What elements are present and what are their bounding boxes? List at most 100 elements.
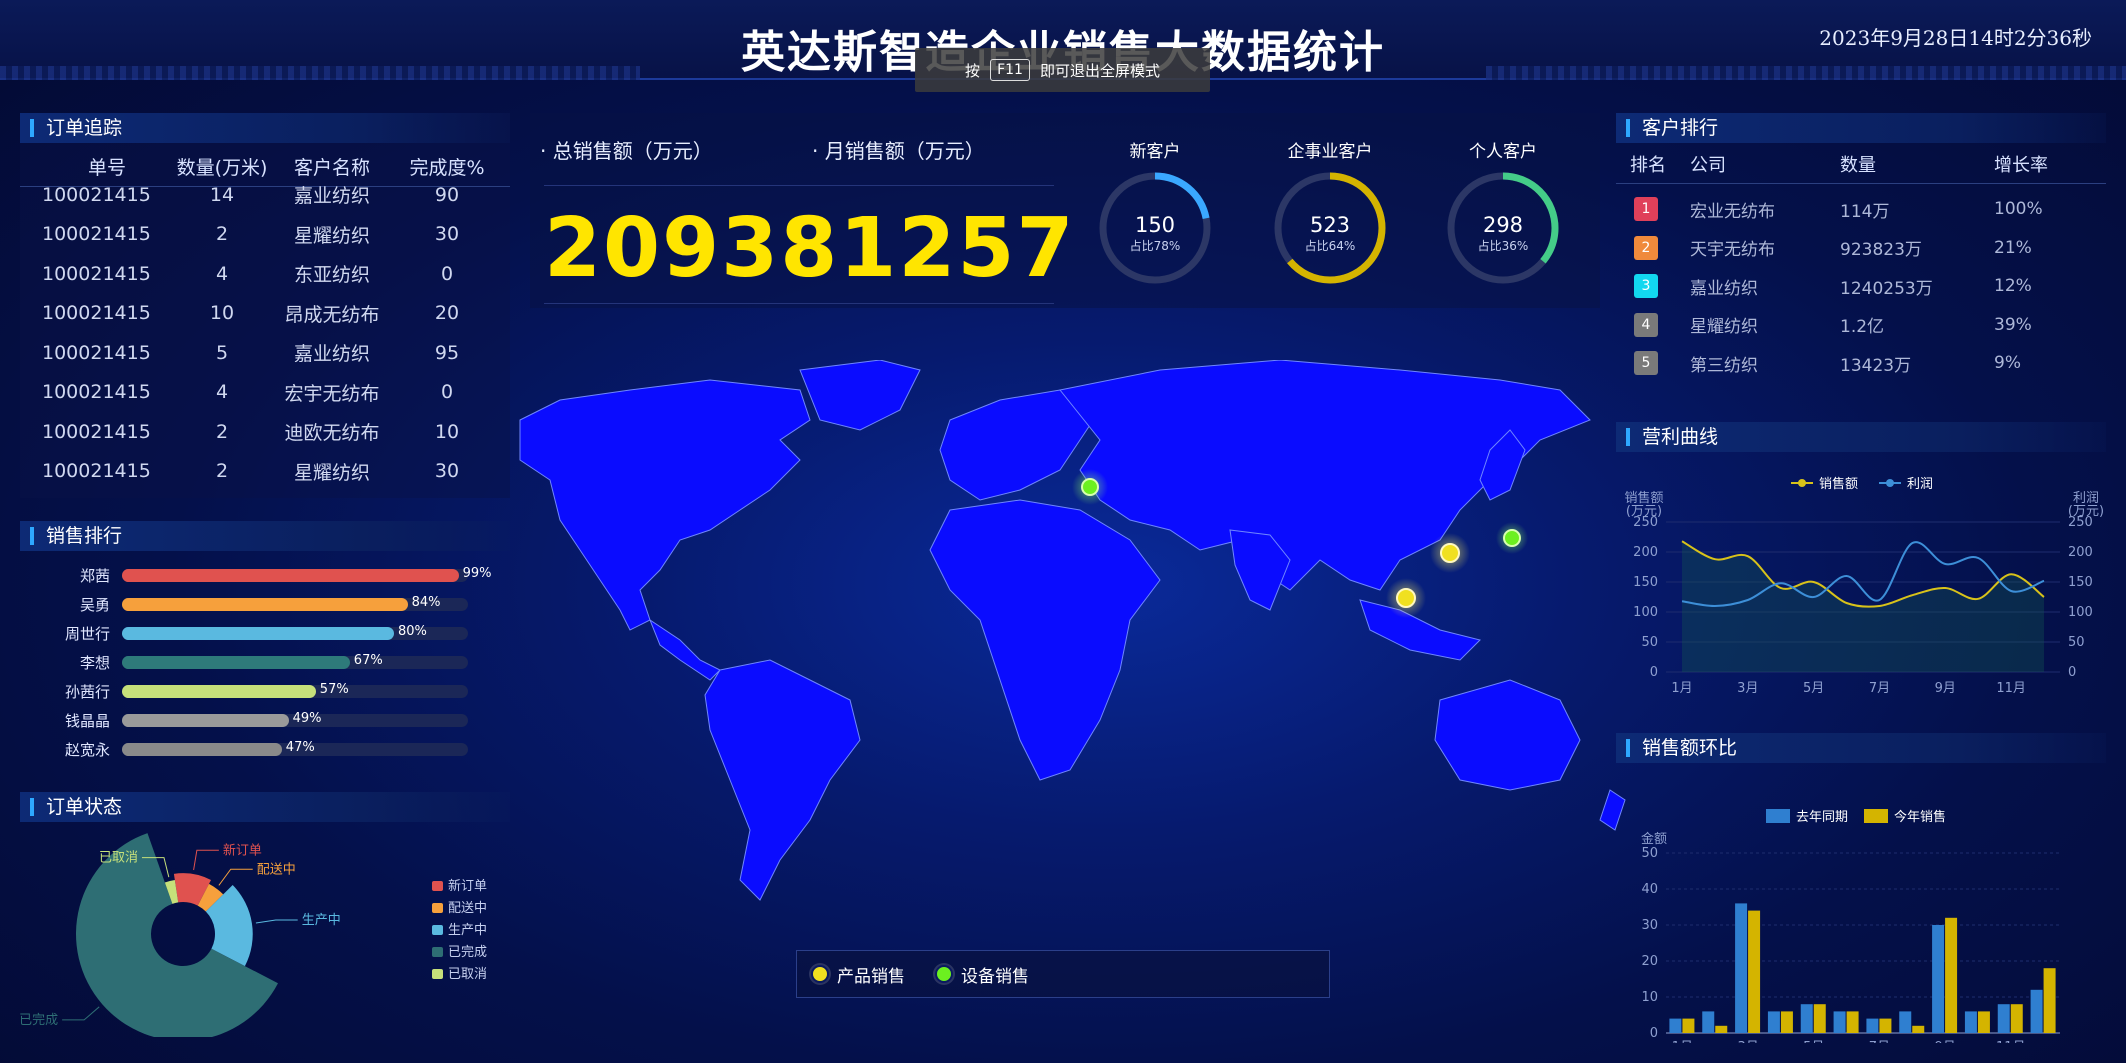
order-tracking-panel: 订单追踪 单号 数量(万米) 客户名称 完成度% 100021415 14 嘉业纺织… [20,113,510,498]
order-row[interactable]: 100021415 2 星耀纺织 30 [42,452,496,481]
legend-device-sales[interactable]: 设备销售 [935,962,1029,987]
last-year-bar[interactable] [1702,1011,1715,1033]
last-year-bar[interactable] [1669,1018,1682,1033]
china-south-product-marker[interactable] [1396,588,1416,608]
south-america-shape [704,659,861,901]
order-row[interactable]: 100021415 2 星耀纺织 30 [42,215,496,255]
customer-amount: 114万 [1840,201,1890,222]
order-status-title: 订单状态 [20,792,510,822]
this-year-bar[interactable] [2043,968,2056,1033]
kpi-divider-bottom [544,303,1054,304]
ring-value: 150 [1135,213,1175,237]
ring-chart: 523占比64% [1274,172,1386,284]
this-year-bar[interactable] [1780,1011,1793,1033]
sales-rank-track: 67% [122,653,468,669]
order-no: 100021415 [42,223,151,246]
europe-device-marker[interactable] [1081,478,1099,496]
order-status-pie-chart: 新订单配送中生产中已完成已取消新订单配送中生产中已完成已取消 [19,833,487,1041]
col-growth: 增长率 [1994,155,2048,176]
map-legend: 产品销售 设备销售 [796,950,1330,998]
last-year-bar[interactable] [1899,1011,1912,1033]
device-sales-dot-icon [935,965,953,983]
legend-product-sales[interactable]: 产品销售 [811,962,905,987]
customer-ring-1: 企事业客户 523 占比64% [1265,113,1395,300]
customer-table-body: 1 宏业无纺布 114万 100% 2 天宇无纺布 923823万 21% 3 嘉业纺织 12402… [1616,184,2106,383]
this-year-bar[interactable] [1748,910,1761,1033]
line-x-tick: 9月 [1935,681,1956,696]
pie-legend-label[interactable]: 已取消 [448,967,487,982]
order-row[interactable]: 100021415 5 嘉业纺织 95 [42,333,496,373]
this-year-bar[interactable] [1945,917,1958,1033]
line-y-tick-left: 0 [1650,665,1658,680]
line-legend-label[interactable]: 销售额 [1819,476,1858,492]
line-x-tick: 11月 [1996,681,2026,696]
order-row[interactable]: 100021415 10 昂成无纺布 20 [42,294,496,334]
last-year-bar[interactable] [1800,1004,1813,1033]
customer-row[interactable]: 1 宏业无纺布 114万 100% [1616,190,2106,229]
last-year-bar[interactable] [1932,925,1945,1033]
order-qty: 5 [215,341,229,364]
profit-curve-title: 营利曲线 [1616,422,2106,452]
last-year-bar[interactable] [2030,989,2043,1033]
this-year-bar[interactable] [1715,1025,1728,1033]
customer-row[interactable]: 4 星耀纺织 1.2亿 39% [1616,306,2106,345]
china-east-product-marker[interactable] [1440,543,1460,563]
customer-amount: 1240253万 [1840,278,1933,299]
pie-slice-label: 已取消 [99,851,138,866]
order-row[interactable]: 100021415 4 宏宇无纺布 0 [42,373,496,413]
sales-rank-percent: 49% [292,711,322,726]
pie-label-line [62,1006,100,1021]
last-year-bar[interactable] [1767,1011,1780,1033]
pie-slice-label: 生产中 [302,913,341,928]
this-year-bar[interactable] [1846,1011,1859,1033]
customer-row[interactable]: 5 第三纺织 13423万 9% [1616,344,2106,383]
sales-rank-item: 赵宽永 47% [20,735,510,764]
order-qty: 2 [215,420,229,443]
order-table-body[interactable]: 100021415 14 嘉业纺织 90 100021415 2 星耀纺织 30 1000214… [20,175,510,481]
bar-y-tick: 40 [1641,882,1658,897]
rank-badge: 4 [1634,312,1658,337]
toast-prefix: 按 [965,61,981,80]
order-row[interactable]: 100021415 2 迪欧无纺布 10 [42,412,496,452]
last-year-bar[interactable] [1964,1011,1977,1033]
japan-device-marker[interactable] [1503,529,1521,547]
bar-legend-label[interactable]: 今年销售 [1894,809,1946,825]
greenland-shape [799,360,921,431]
ring-value: 298 [1483,213,1523,237]
customer-rank-panel: 客户排行 排名 公司 数量 增长率 1 宏业无纺布 114万 100% 2 天宇无纺布 92… [1616,113,2106,393]
order-qty: 4 [215,262,229,285]
pie-label-line [218,868,253,886]
monthly-sales-label[interactable]: · 月销售额（万元） [812,135,985,164]
pie-legend-label[interactable]: 已完成 [448,945,487,960]
order-no: 100021415 [42,460,151,481]
last-year-bar[interactable] [1833,1011,1846,1033]
pie-legend-label[interactable]: 生产中 [448,923,487,938]
this-year-bar[interactable] [2010,1004,2023,1033]
this-year-bar[interactable] [1912,1025,1925,1033]
last-year-bar[interactable] [1735,903,1748,1033]
north-america-shape [519,379,811,631]
line-legend-label[interactable]: 利润 [1907,477,1933,492]
this-year-bar[interactable] [1879,1018,1892,1033]
this-year-bar[interactable] [1682,1018,1695,1033]
sales-rank-track: 57% [122,682,468,698]
f11-key-hint: F11 [990,59,1030,81]
ring-title: 企事业客户 [1287,142,1373,162]
this-year-bar[interactable] [1977,1011,1990,1033]
sales-rank-track: 80% [122,624,468,640]
order-row[interactable]: 100021415 4 东亚纺织 0 [42,254,496,294]
sales-rank-name: 钱晶晶 [64,712,110,730]
customer-amount: 13423万 [1840,355,1912,376]
customer-row[interactable]: 2 天宇无纺布 923823万 21% [1616,229,2106,268]
last-year-bar[interactable] [1997,1004,2010,1033]
bar-legend-label[interactable]: 去年同期 [1796,810,1848,825]
customer-row[interactable]: 3 嘉业纺织 1240253万 12% [1616,267,2106,306]
bar-x-tick: 9月 [1934,1040,1955,1043]
order-row[interactable]: 100021415 14 嘉业纺织 90 [42,175,496,215]
total-sales-value: 209381257 [544,201,1076,296]
kpi-divider-top [544,185,1054,186]
order-no: 100021415 [42,341,151,364]
last-year-bar[interactable] [1866,1018,1879,1033]
this-year-bar[interactable] [1813,1004,1826,1033]
line-y-tick-left: 150 [1633,575,1658,590]
